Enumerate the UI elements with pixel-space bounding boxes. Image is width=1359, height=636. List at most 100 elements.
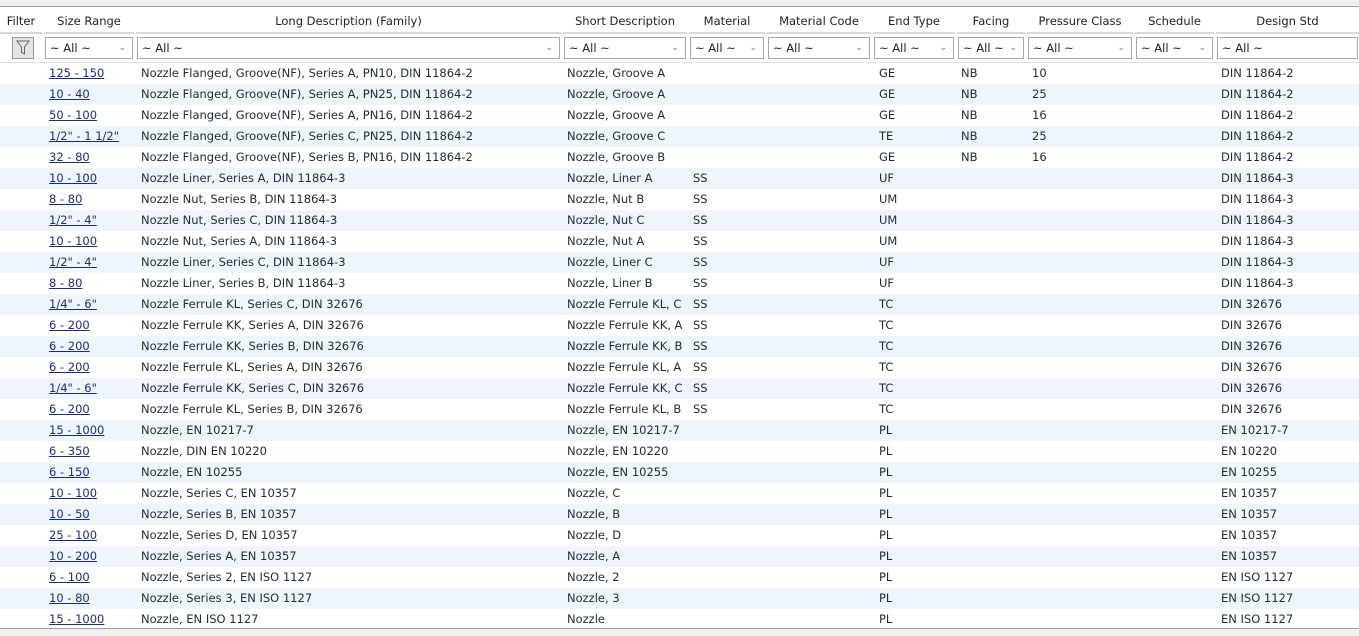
table-row[interactable]: 15 - 1000 Nozzle, EN ISO 1127 Nozzle PL EN I… [0, 609, 1359, 630]
table-row[interactable]: 10 - 100 Nozzle Liner, Series A, DIN 1186… [0, 168, 1359, 189]
column-header-size-range[interactable]: Size Range [44, 10, 134, 34]
cell-short-description: Nozzle [567, 612, 605, 626]
size-range-link[interactable]: 6 - 200 [49, 357, 90, 378]
table-row[interactable]: 10 - 200 Nozzle, Series A, EN 10357 Nozzle… [0, 546, 1359, 567]
column-header-long-description[interactable]: Long Description (Family) [136, 10, 561, 34]
cell-design-std: DIN 11864-2 [1221, 108, 1294, 122]
table-row[interactable]: 10 - 80 Nozzle, Series 3, EN ISO 1127 Nozz… [0, 588, 1359, 609]
table-row[interactable]: 125 - 150 Nozzle Flanged, Groove(NF), Ser… [0, 63, 1359, 84]
size-range-link[interactable]: 6 - 200 [49, 315, 90, 336]
table-row[interactable]: 6 - 200 Nozzle Ferrule KK, Series A, DIN … [0, 315, 1359, 336]
size-range-link[interactable]: 10 - 100 [49, 231, 97, 252]
table-row[interactable]: 6 - 100 Nozzle, Series 2, EN ISO 1127 Nozz… [0, 567, 1359, 588]
size-range-link[interactable]: 6 - 100 [49, 567, 90, 588]
table-row[interactable]: 8 - 80 Nozzle Nut, Series B, DIN 11864-3 N… [0, 189, 1359, 210]
table-row[interactable]: 32 - 80 Nozzle Flanged, Groove(NF), Serie… [0, 147, 1359, 168]
table-row[interactable]: 1/2" - 4" Nozzle Nut, Series C, DIN 11864… [0, 210, 1359, 231]
filter-dropdown-size-range[interactable]: ~ All ~ ⌄ [45, 37, 133, 59]
cell-material: SS [693, 297, 708, 311]
size-range-link[interactable]: 125 - 150 [49, 63, 104, 84]
table-row[interactable]: 1/2" - 4" Nozzle Liner, Series C, DIN 118… [0, 252, 1359, 273]
cell-pressure-class: 25 [1032, 129, 1047, 143]
cell-short-description: Nozzle, Nut A [567, 234, 645, 248]
table-row[interactable]: 6 - 200 Nozzle Ferrule KK, Series B, DIN … [0, 336, 1359, 357]
size-range-link[interactable]: 10 - 100 [49, 483, 97, 504]
table-row[interactable]: 1/4" - 6" Nozzle Ferrule KL, Series C, DI… [0, 294, 1359, 315]
filter-dropdown-material[interactable]: ~ All ~ ⌄ [690, 37, 764, 59]
size-range-link[interactable]: 8 - 80 [49, 189, 82, 210]
size-range-link[interactable]: 1/2" - 4" [49, 252, 97, 273]
size-range-link[interactable]: 8 - 80 [49, 273, 82, 294]
table-row[interactable]: 1/2" - 1 1/2" Nozzle Flanged, Groove(NF),… [0, 126, 1359, 147]
column-header-short-description[interactable]: Short Description [563, 10, 687, 34]
size-range-link[interactable]: 10 - 80 [49, 588, 90, 609]
size-range-link[interactable]: 1/2" - 1 1/2" [49, 126, 119, 147]
filter-value: ~ All ~ [695, 41, 736, 55]
column-header-pressure-class[interactable]: Pressure Class [1027, 10, 1133, 34]
cell-short-description: Nozzle, 2 [567, 570, 620, 584]
size-range-link[interactable]: 6 - 350 [49, 441, 90, 462]
size-range-link[interactable]: 1/2" - 4" [49, 210, 97, 231]
filter-dropdown-short-description[interactable]: ~ All ~ ⌄ [564, 37, 686, 59]
table-row[interactable]: 6 - 200 Nozzle Ferrule KL, Series A, DIN … [0, 357, 1359, 378]
header-separator [0, 62, 1359, 63]
table-row[interactable]: 15 - 1000 Nozzle, EN 10217-7 Nozzle, EN 10… [0, 420, 1359, 441]
filter-dropdown-pressure-class[interactable]: ~ All ~ ⌄ [1028, 37, 1132, 59]
column-header-filter[interactable]: Filter [0, 10, 42, 34]
filter-dropdown-schedule[interactable]: ~ All ~ ⌄ [1136, 37, 1213, 59]
table-row[interactable]: 50 - 100 Nozzle Flanged, Groove(NF), Seri… [0, 105, 1359, 126]
cell-design-std: DIN 32676 [1221, 360, 1283, 374]
size-range-link[interactable]: 10 - 50 [49, 504, 90, 525]
size-range-link[interactable]: 50 - 100 [49, 105, 97, 126]
filter-dropdown-material-code[interactable]: ~ All ~ ⌄ [768, 37, 870, 59]
table-row[interactable]: 6 - 350 Nozzle, DIN EN 10220 Nozzle, EN 10… [0, 441, 1359, 462]
filter-button[interactable] [12, 37, 34, 59]
cell-long-description: Nozzle Ferrule KK, Series A, DIN 32676 [141, 318, 364, 332]
cell-short-description: Nozzle, Liner C [567, 255, 653, 269]
table-row[interactable]: 10 - 50 Nozzle, Series B, EN 10357 Nozzle,… [0, 504, 1359, 525]
chevron-down-icon: ⌄ [1009, 43, 1017, 53]
size-range-link[interactable]: 6 - 200 [49, 399, 90, 420]
size-range-link[interactable]: 1/4" - 6" [49, 378, 97, 399]
filter-dropdown-end-type[interactable]: ~ All ~ ⌄ [874, 37, 954, 59]
cell-long-description: Nozzle Ferrule KL, Series A, DIN 32676 [141, 360, 363, 374]
table-row[interactable]: 10 - 100 Nozzle, Series C, EN 10357 Nozzle… [0, 483, 1359, 504]
column-header-schedule[interactable]: Schedule [1135, 10, 1214, 34]
column-header-facing[interactable]: Facing [957, 10, 1025, 34]
chevron-down-icon: ⌄ [545, 43, 553, 53]
size-range-link[interactable]: 10 - 40 [49, 84, 90, 105]
column-header-end-type[interactable]: End Type [873, 10, 955, 34]
table-row[interactable]: 8 - 80 Nozzle Liner, Series B, DIN 11864-… [0, 273, 1359, 294]
size-range-link[interactable]: 10 - 100 [49, 168, 97, 189]
cell-design-std: DIN 11864-2 [1221, 129, 1294, 143]
cell-short-description: Nozzle, Nut C [567, 213, 645, 227]
table-row[interactable]: 10 - 40 Nozzle Flanged, Groove(NF), Serie… [0, 84, 1359, 105]
size-range-link[interactable]: 10 - 200 [49, 546, 97, 567]
size-range-link[interactable]: 6 - 150 [49, 462, 90, 483]
cell-long-description: Nozzle, EN ISO 1127 [141, 612, 259, 626]
filter-dropdown-facing[interactable]: ~ All ~ ⌄ [958, 37, 1024, 59]
cell-long-description: Nozzle, Series D, EN 10357 [141, 528, 298, 542]
cell-pressure-class: 16 [1032, 108, 1047, 122]
size-range-link[interactable]: 15 - 1000 [49, 609, 104, 630]
size-range-link[interactable]: 32 - 80 [49, 147, 90, 168]
table-row[interactable]: 25 - 100 Nozzle, Series D, EN 10357 Nozzle… [0, 525, 1359, 546]
cell-pressure-class: 16 [1032, 150, 1047, 164]
table-row[interactable]: 6 - 150 Nozzle, EN 10255 Nozzle, EN 10255 P… [0, 462, 1359, 483]
size-range-link[interactable]: 25 - 100 [49, 525, 97, 546]
filter-dropdown-design-std[interactable]: ~ All ~ [1217, 37, 1358, 59]
filter-dropdown-long-description[interactable]: ~ All ~ ⌄ [137, 37, 560, 59]
cell-end-type: PL [879, 423, 893, 437]
size-range-link[interactable]: 6 - 200 [49, 336, 90, 357]
table-row[interactable]: 10 - 100 Nozzle Nut, Series A, DIN 11864-… [0, 231, 1359, 252]
column-header-design-std[interactable]: Design Std [1216, 10, 1359, 34]
column-header-material[interactable]: Material [689, 10, 765, 34]
column-header-material-code[interactable]: Material Code [767, 10, 871, 34]
table-row[interactable]: 1/4" - 6" Nozzle Ferrule KK, Series C, DI… [0, 378, 1359, 399]
table-row[interactable]: 6 - 200 Nozzle Ferrule KL, Series B, DIN … [0, 399, 1359, 420]
size-range-link[interactable]: 15 - 1000 [49, 420, 104, 441]
top-scroll-bar [0, 0, 1359, 7]
cell-facing: NB [961, 108, 978, 122]
cell-short-description: Nozzle, Groove B [567, 150, 666, 164]
size-range-link[interactable]: 1/4" - 6" [49, 294, 97, 315]
